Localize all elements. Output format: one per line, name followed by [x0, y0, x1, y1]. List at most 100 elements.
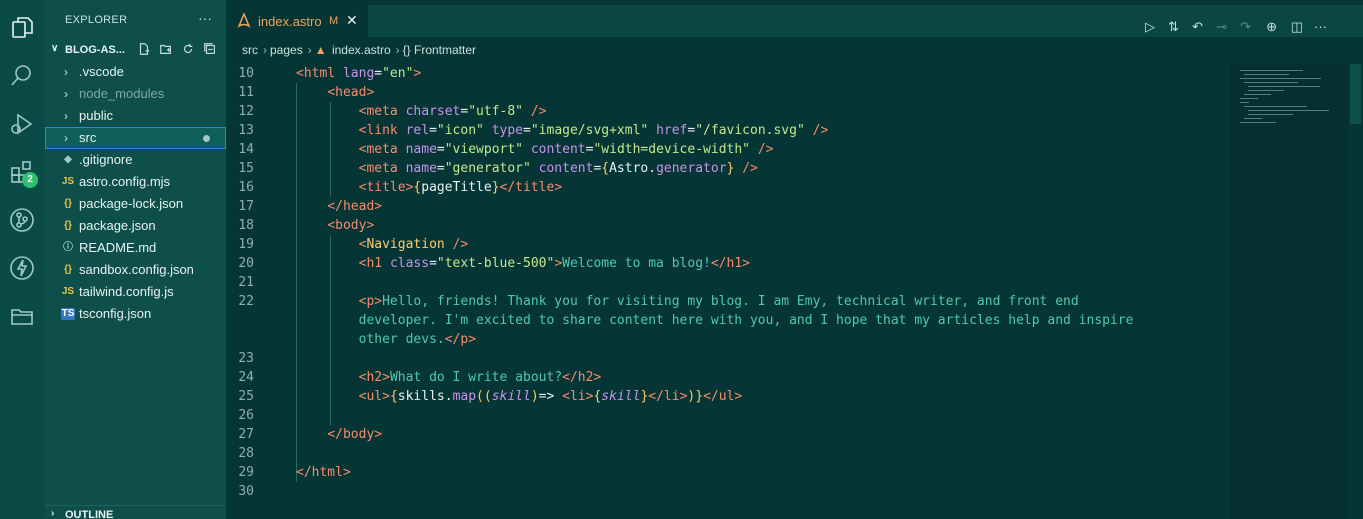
code-line[interactable] [296, 406, 1216, 425]
lightning-icon[interactable] [8, 254, 36, 282]
close-icon[interactable]: ✕ [346, 12, 358, 29]
tree-item-label: sandbox.config.json [79, 262, 194, 277]
tree-item-public[interactable]: › public [45, 105, 226, 127]
line-number: 23 [238, 351, 254, 366]
code-line[interactable] [296, 482, 1216, 501]
code-line[interactable]: other devs.</p> [296, 330, 1216, 349]
minimap[interactable] [1230, 64, 1348, 519]
breadcrumb-frontmatter[interactable]: {} Frontmatter [403, 43, 476, 57]
go-back-icon[interactable]: ↶ [1192, 19, 1203, 35]
modified-dot [203, 135, 210, 142]
code-line[interactable]: <html lang="en"> [296, 64, 1216, 83]
code-line[interactable]: <h2>What do I write about?</h2> [296, 368, 1216, 387]
tree-item-label: astro.config.mjs [79, 174, 171, 189]
timeline-icon[interactable]: ⊸ [1216, 19, 1227, 35]
breadcrumb-pages[interactable]: pages [270, 43, 303, 57]
code-line[interactable]: <title>{pageTitle}</title> [296, 178, 1216, 197]
outline-section[interactable]: › OUTLINE [45, 505, 226, 519]
line-number: 19 [238, 237, 254, 252]
explorer-icon[interactable] [8, 14, 36, 42]
code-line[interactable]: <meta name="generator" content={Astro.ge… [296, 159, 1216, 178]
minimap-line [1240, 70, 1303, 71]
minimap-line [1240, 122, 1276, 123]
minimap-line [1240, 98, 1258, 99]
tree-item-gitignore[interactable]: ◆ .gitignore [45, 149, 226, 171]
minimap-line [1244, 74, 1289, 75]
tree-item-label: .gitignore [79, 152, 133, 167]
compare-icon[interactable]: ⇅ [1168, 19, 1179, 35]
chevron-right-icon: › [64, 65, 68, 79]
code-line[interactable]: </head> [296, 197, 1216, 216]
more-actions-icon[interactable]: ··· [198, 10, 212, 26]
line-number: 24 [238, 370, 254, 385]
tab-index-astro[interactable]: index.astro M ✕ [226, 5, 368, 37]
tree-item-node-modules[interactable]: › node_modules [45, 83, 226, 105]
breadcrumb-src[interactable]: src [242, 43, 258, 57]
code-line[interactable]: </body> [296, 425, 1216, 444]
search-icon[interactable] [8, 61, 36, 89]
tree-item-readme[interactable]: ⓘ README.md [45, 237, 226, 259]
code-line[interactable]: <Navigation /> [296, 235, 1216, 254]
line-number: 26 [238, 408, 254, 423]
tree-item-tailwind-config[interactable]: JS tailwind.config.js [45, 281, 226, 303]
code-line[interactable] [296, 349, 1216, 368]
tree-item-tsconfig[interactable]: TS tsconfig.json [45, 303, 226, 325]
minimap-line [1244, 106, 1307, 107]
project-header[interactable]: ∨ BLOG-AS... [49, 41, 226, 61]
code-line[interactable]: <link rel="icon" type="image/svg+xml" hr… [296, 121, 1216, 140]
vertical-scrollbar[interactable] [1348, 64, 1363, 519]
run-debug-icon[interactable] [8, 110, 36, 138]
tree-item-astro-config[interactable]: JS astro.config.mjs [45, 171, 226, 193]
source-control-icon[interactable] [8, 206, 36, 234]
go-forward-icon[interactable]: ↷ [1240, 19, 1251, 35]
code-line[interactable]: <body> [296, 216, 1216, 235]
tree-item-package-json[interactable]: {} package.json [45, 215, 226, 237]
tree-item-package-lock[interactable]: {} package-lock.json [45, 193, 226, 215]
refresh-icon[interactable] [181, 42, 197, 58]
code-line[interactable]: <meta name="viewport" content="width=dev… [296, 140, 1216, 159]
collapse-all-icon[interactable] [203, 42, 219, 58]
line-number: 18 [238, 218, 254, 233]
folder-icon[interactable] [8, 302, 36, 330]
code-content[interactable]: <html lang="en"> <head> <meta charset="u… [296, 64, 1216, 501]
json-file-icon: {} [64, 264, 72, 275]
outline-label: OUTLINE [65, 509, 114, 519]
tree-item-sandbox-config[interactable]: {} sandbox.config.json [45, 259, 226, 281]
tree-item-vscode[interactable]: › .vscode [45, 61, 226, 83]
line-number: 16 [238, 180, 254, 195]
new-file-icon[interactable] [137, 42, 153, 58]
astro-file-icon: ▲ [314, 43, 327, 57]
breadcrumb-file[interactable]: index.astro [332, 43, 391, 57]
code-line[interactable]: <head> [296, 83, 1216, 102]
tab-bar: index.astro M ✕ ▷ ⇅ ↶ ⊸ ↷ ⊕ ◫ ··· [226, 5, 1363, 37]
code-line[interactable]: <ul>{skills.map((skill)=> <li>{skill}</l… [296, 387, 1216, 406]
code-line[interactable] [296, 273, 1216, 292]
tree-item-label: node_modules [79, 86, 165, 101]
code-line[interactable]: </html> [296, 463, 1216, 482]
modified-indicator: M [329, 15, 339, 27]
line-number: 22 [238, 294, 254, 309]
line-number: 20 [238, 256, 254, 271]
line-number: 28 [238, 446, 254, 461]
code-line[interactable]: <h1 class="text-blue-500">Welcome to ma … [296, 254, 1216, 273]
tree-item-label: public [79, 108, 113, 123]
line-number: 29 [238, 465, 254, 480]
tree-item-label: package-lock.json [79, 196, 184, 211]
chevron-right-icon: › [395, 43, 400, 57]
new-folder-icon[interactable] [159, 42, 175, 58]
json-file-icon: {} [64, 220, 72, 231]
split-editor-icon[interactable]: ◫ [1291, 19, 1303, 35]
code-line[interactable]: <meta charset="utf-8" /> [296, 102, 1216, 121]
run-icon[interactable]: ▷ [1145, 19, 1155, 35]
activity-bar: 2 [0, 0, 45, 519]
minimap-line [1244, 118, 1262, 119]
code-line[interactable] [296, 444, 1216, 463]
more-actions-icon[interactable]: ··· [1314, 19, 1327, 34]
line-number: 21 [238, 275, 254, 290]
code-line[interactable]: developer. I'm excited to share content … [296, 311, 1216, 330]
line-number: 12 [238, 104, 254, 119]
tree-item-src[interactable]: › src [45, 127, 226, 149]
scrollbar-thumb[interactable] [1350, 64, 1361, 124]
code-line[interactable]: <p>Hello, friends! Thank you for visitin… [296, 292, 1216, 311]
source-control-compare-icon[interactable]: ⊕ [1266, 19, 1277, 35]
